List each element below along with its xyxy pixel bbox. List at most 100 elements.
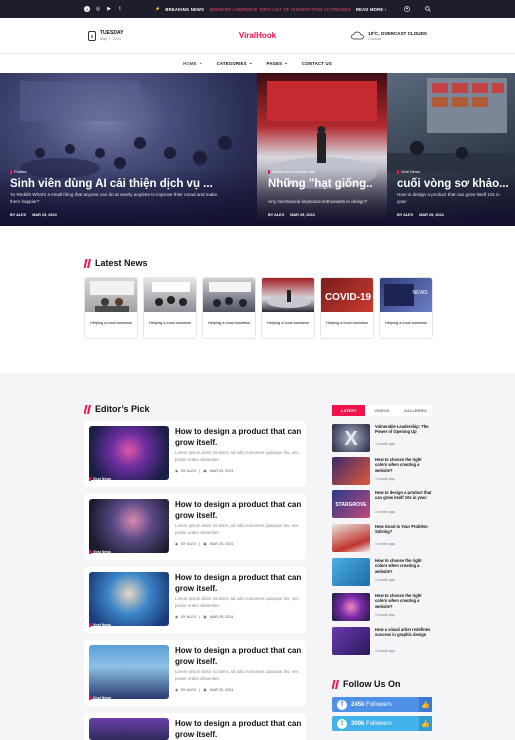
sidebar-time: 1 month ago [375,542,395,546]
sidebar-title[interactable]: How to design a product that can grow it… [375,490,433,501]
twitter-follow-button[interactable]: t 300k Followers 👍 [332,716,432,731]
editor-author[interactable]: BY ALEX [181,469,196,473]
editor-title[interactable]: How to design a product that can grow it… [175,719,306,740]
hero-author[interactable]: BY ALEX [268,213,284,217]
latest-card[interactable]: COVID-19 Helping a local business [320,277,374,339]
hero-title[interactable]: cuối vòng sơ khảo... [397,178,509,190]
author-icon: ◉ [175,615,179,619]
tab-galleries[interactable]: GALLERIES [398,405,432,416]
calendar-icon: 5 [88,30,96,41]
site-header: 5 TUESDAY May 7, 2024 ViralHook 10ºC, OV… [0,18,515,54]
facebook-follow-button[interactable]: f 245k Followers 👍 [332,697,432,712]
editor-category[interactable]: Viral News [89,696,111,700]
nav-home[interactable]: HOME ⌄ [183,60,203,66]
latest-card[interactable]: Helping a local business [84,277,138,339]
sidebar-item[interactable]: How to choose the right colors when crea… [332,593,432,621]
sidebar-item[interactable]: X Vulnerable Leadership: The Power of Op… [332,424,432,452]
editor-date: MAR 25, 2024 [209,542,234,546]
sidebar-title[interactable]: How to choose the right colors when crea… [375,457,433,473]
sidebar-title[interactable]: How Good Is Your Problem Solving? [375,524,433,535]
hero-slide[interactable]: Viral News cuối vòng sơ khảo... How to d… [387,73,515,226]
facebook-icon[interactable]: f [84,6,90,12]
author-icon: ◉ [175,542,179,546]
tab-videos[interactable]: VIDEOS [365,405,399,416]
thumbs-up-icon: 👍 [419,697,432,712]
hero-category[interactable]: Viral News [397,169,420,174]
hero-title[interactable]: Những "hạt giống.. [268,178,372,190]
latest-card[interactable]: Helping a local business [261,277,315,339]
sidebar-thumb [332,627,370,655]
hero-author[interactable]: BY ALEX [397,213,413,217]
sidebar-tabs: LATEST VIDEOS GALLERIES [332,405,432,416]
sidebar-title[interactable]: How to choose the right colors when crea… [375,593,433,609]
sidebar-title[interactable]: Vulnerable Leadership: The Power of Open… [375,424,433,435]
editor-title[interactable]: How to design a product that can grow it… [175,646,306,667]
editor-card[interactable]: Viral News How to design a product that … [84,494,306,560]
hero-category[interactable]: Russia and Ukraine War [268,169,315,174]
editor-author[interactable]: BY ALEX [181,615,196,619]
editor-image [89,572,169,626]
nav-contact[interactable]: CONTACT US [302,61,332,66]
hero-slide[interactable]: Politics Sinh viên dùng AI cải thiện dịc… [0,73,257,226]
site-logo[interactable]: ViralHook [0,31,515,40]
editors-pick-heading: Editor’s Pick [84,404,150,414]
follower-label: Followers [366,701,392,708]
hero-slide[interactable]: Russia and Ukraine War Những "hạt giống.… [257,73,387,226]
editor-category[interactable]: Viral News [89,550,111,554]
sidebar-item[interactable]: How to choose the right colors when crea… [332,457,432,485]
latest-caption: Helping a local business [385,320,427,325]
sidebar-title[interactable]: How to choose the right colors when crea… [375,558,433,574]
editor-card[interactable]: Viral News How to design a product that … [84,421,306,487]
nav-pages[interactable]: PAGES ⌄ [267,60,289,66]
sidebar-item[interactable]: STARGROVE How to design a product that c… [332,490,432,518]
twitter-icon: t [337,718,347,729]
editor-card[interactable]: How to design a product that can grow it… [84,713,306,740]
editor-title[interactable]: How to design a product that can grow it… [175,573,306,594]
breaking-headline[interactable]: JENNIFER LAWRENCE TOPS LIST OF HIGHEST-P… [209,7,351,12]
hero-title[interactable]: Sinh viên dùng AI cải thiện dịch vụ ... [10,178,213,190]
editor-date: MAR 25, 2024 [209,469,234,473]
weather-temp: 10ºC, OVERCAST CLOUDS [368,30,427,36]
hero-author[interactable]: BY ALEX [10,213,26,217]
editor-category[interactable]: Viral News [89,623,111,627]
hero-date: MAR 25, 2024 [419,213,444,217]
sidebar-time: 1 month ago [375,649,395,653]
editor-author[interactable]: BY ALEX [181,542,196,546]
hero-slider: Politics Sinh viên dùng AI cải thiện dịc… [0,73,515,226]
breaking-label: BREAKING NEWS [165,6,205,12]
latest-caption: Helping a local business [208,320,250,325]
editor-category[interactable]: Viral News [89,477,111,481]
hero-excerpt: Any mechanical keyboard enthusiasts in d… [268,199,368,204]
covid-image-text: COVID-19 [325,292,372,303]
editor-card[interactable]: Viral News How to design a product that … [84,567,306,633]
calendar-icon: ▣ [203,542,207,546]
tab-latest[interactable]: LATEST [332,405,366,416]
sidebar-item[interactable]: How a visual artist redefines success in… [332,627,432,655]
editor-card[interactable]: Viral News How to design a product that … [84,640,306,706]
date-widget: 5 TUESDAY May 7, 2024 [88,30,123,41]
latest-card[interactable]: Helping a local business [143,277,197,339]
current-date: May 7, 2024 [100,37,121,41]
nav-categories[interactable]: CATEGORIES ⌄ [217,60,253,66]
latest-news-list: Helping a local business Helping a local… [84,277,433,339]
instagram-icon[interactable]: ◎ [95,6,101,12]
read-more-link[interactable]: READ MORE › [356,7,386,12]
search-icon[interactable] [425,5,431,13]
sidebar-title[interactable]: How a visual artist redefines success in… [375,627,433,638]
editor-excerpt: Lorem ipsum dolor sit amet, ad odio nonu… [175,596,299,608]
editor-title[interactable]: How to design a product that can grow it… [175,427,306,448]
hero-category[interactable]: Politics [10,169,27,174]
editor-title[interactable]: How to design a product that can grow it… [175,500,306,521]
editor-author[interactable]: BY ALEX [181,688,196,692]
latest-card[interactable]: NEWS Helping a local business [379,277,433,339]
sidebar-item[interactable]: How Good Is Your Problem Solving? 1 mont… [332,524,432,552]
user-icon[interactable] [404,5,410,13]
youtube-icon[interactable]: ▶ [106,6,112,12]
latest-card[interactable]: Helping a local business [202,277,256,339]
stargrove-thumb-text: STARGROVE [335,502,367,508]
editor-excerpt: Lorem ipsum dolor sit amet, ad odio nonu… [175,669,299,681]
twitter-icon[interactable]: t [117,6,123,12]
cloud-icon [351,27,364,45]
sidebar-item[interactable]: How to choose the right colors when crea… [332,558,432,586]
editor-excerpt: Lorem ipsum dolor sit amet, ad odio nonu… [175,523,299,535]
